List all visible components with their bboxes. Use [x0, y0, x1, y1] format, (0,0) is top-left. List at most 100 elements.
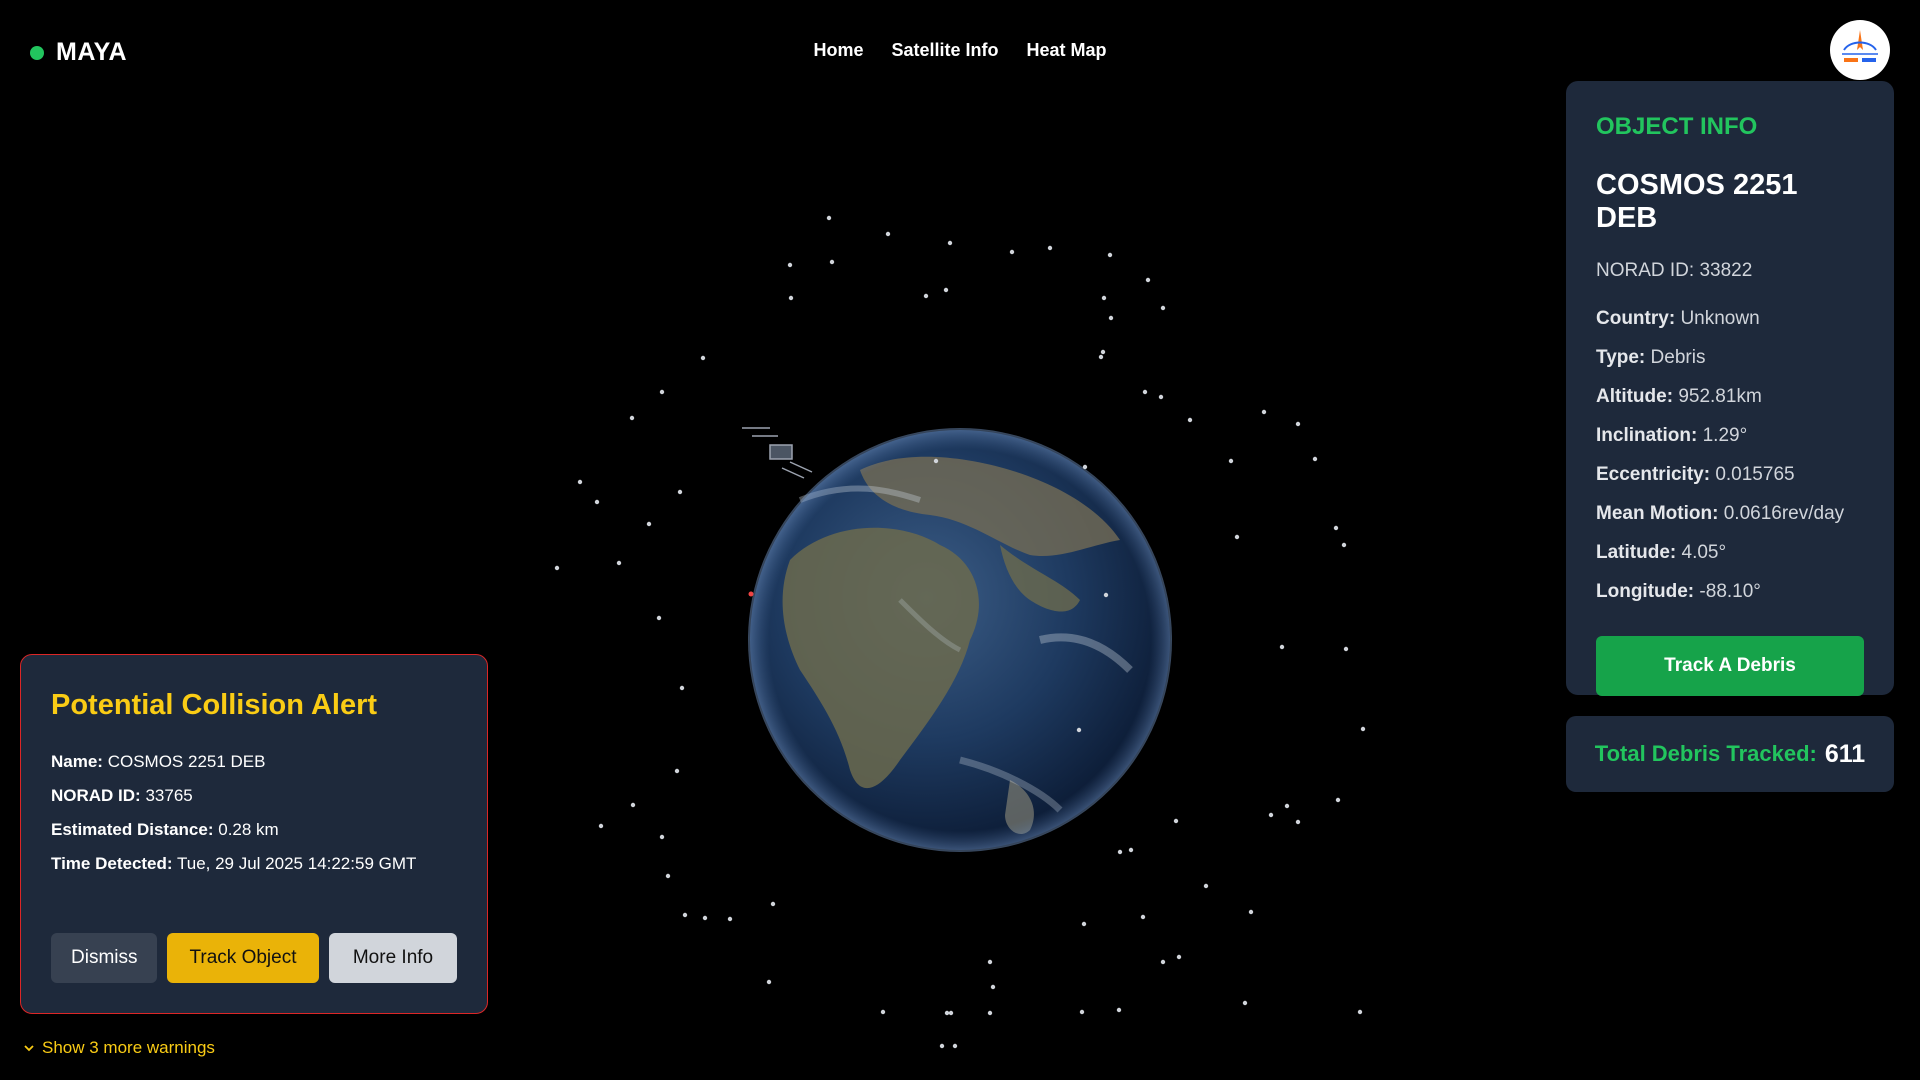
debris-point[interactable]: [1081, 921, 1087, 927]
debris-point[interactable]: [1248, 909, 1254, 915]
debris-point[interactable]: [700, 355, 706, 361]
debris-point[interactable]: [630, 802, 636, 808]
object-norad-id: NORAD ID: 33822: [1596, 260, 1753, 281]
debris-point[interactable]: [948, 1010, 954, 1016]
debris-point[interactable]: [826, 215, 832, 221]
debris-point[interactable]: [1295, 421, 1301, 427]
debris-point[interactable]: [1333, 525, 1339, 531]
debris-point[interactable]: [1107, 252, 1113, 258]
debris-point[interactable]: [1295, 819, 1301, 825]
debris-point[interactable]: [944, 1010, 950, 1016]
debris-point[interactable]: [646, 521, 652, 527]
debris-point[interactable]: [1101, 295, 1107, 301]
debris-point[interactable]: [598, 823, 604, 829]
more-info-button[interactable]: More Info: [329, 933, 457, 983]
debris-point[interactable]: [952, 1043, 958, 1049]
debris-point[interactable]: [1187, 417, 1193, 423]
debris-point[interactable]: [829, 259, 835, 265]
dismiss-button[interactable]: Dismiss: [51, 933, 157, 983]
satellite-model[interactable]: [742, 427, 813, 479]
info-row-altitude: Altitude: 952.81km: [1596, 386, 1762, 407]
debris-point[interactable]: [577, 479, 583, 485]
debris-point[interactable]: [554, 565, 560, 571]
debris-point[interactable]: [1160, 959, 1166, 965]
debris-point[interactable]: [1234, 534, 1240, 540]
debris-point[interactable]: [665, 873, 671, 879]
debris-point[interactable]: [1335, 797, 1341, 803]
debris-point[interactable]: [1116, 1007, 1122, 1013]
debris-point[interactable]: [674, 768, 680, 774]
total-debris-label: Total Debris Tracked:: [1594, 741, 1817, 766]
debris-point[interactable]: [990, 984, 996, 990]
debris-point[interactable]: [1312, 456, 1318, 462]
debris-point[interactable]: [682, 912, 688, 918]
debris-point[interactable]: [1173, 818, 1179, 824]
debris-point[interactable]: [939, 1043, 945, 1049]
earth-globe[interactable]: [748, 428, 1172, 852]
debris-point[interactable]: [1142, 389, 1148, 395]
debris-point[interactable]: [787, 262, 793, 268]
debris-point[interactable]: [1103, 592, 1109, 598]
debris-point[interactable]: [1079, 1009, 1085, 1015]
debris-point[interactable]: [702, 915, 708, 921]
debris-point[interactable]: [766, 979, 772, 985]
debris-point[interactable]: [1100, 349, 1106, 355]
debris-point[interactable]: [727, 916, 733, 922]
debris-point[interactable]: [1117, 849, 1123, 855]
selected-debris-marker[interactable]: [748, 591, 754, 597]
debris-point[interactable]: [1047, 245, 1053, 251]
debris-point[interactable]: [1108, 315, 1114, 321]
debris-point[interactable]: [1098, 354, 1104, 360]
nav-home[interactable]: Home: [813, 40, 863, 61]
debris-point[interactable]: [1284, 803, 1290, 809]
debris-point[interactable]: [1357, 1009, 1363, 1015]
debris-point[interactable]: [880, 1009, 886, 1015]
debris-point[interactable]: [616, 560, 622, 566]
debris-point[interactable]: [1268, 812, 1274, 818]
debris-point[interactable]: [1242, 1000, 1248, 1006]
track-debris-button[interactable]: Track A Debris: [1596, 636, 1864, 696]
debris-point[interactable]: [1279, 644, 1285, 650]
show-more-warnings-link[interactable]: Show 3 more warnings: [22, 1038, 215, 1058]
debris-point[interactable]: [1203, 883, 1209, 889]
debris-point[interactable]: [594, 499, 600, 505]
debris-point[interactable]: [1176, 954, 1182, 960]
nav-heat-map[interactable]: Heat Map: [1027, 40, 1107, 61]
track-object-button[interactable]: Track Object: [167, 933, 319, 983]
total-debris-panel: Total Debris Tracked: 611: [1566, 716, 1894, 792]
debris-point[interactable]: [1082, 464, 1088, 470]
debris-point[interactable]: [933, 458, 939, 464]
show-more-label: Show 3 more warnings: [42, 1038, 215, 1057]
debris-point[interactable]: [679, 685, 685, 691]
debris-point[interactable]: [1009, 249, 1015, 255]
debris-point[interactable]: [1228, 458, 1234, 464]
debris-point[interactable]: [1160, 305, 1166, 311]
debris-point[interactable]: [885, 231, 891, 237]
collision-alert-panel: Potential Collision Alert Name: COSMOS 2…: [20, 654, 488, 1014]
debris-point[interactable]: [987, 959, 993, 965]
debris-point[interactable]: [1128, 847, 1134, 853]
debris-point[interactable]: [1076, 727, 1082, 733]
debris-point[interactable]: [1360, 726, 1366, 732]
nav-satellite-info[interactable]: Satellite Info: [891, 40, 998, 61]
debris-point[interactable]: [947, 240, 953, 246]
debris-point[interactable]: [943, 287, 949, 293]
debris-point[interactable]: [788, 295, 794, 301]
debris-point[interactable]: [923, 293, 929, 299]
debris-point[interactable]: [1145, 277, 1151, 283]
debris-point[interactable]: [1158, 394, 1164, 400]
debris-point[interactable]: [656, 615, 662, 621]
debris-point[interactable]: [659, 389, 665, 395]
isro-logo-icon[interactable]: [1830, 20, 1890, 80]
debris-point[interactable]: [770, 901, 776, 907]
info-row-longitude: Longitude: -88.10°: [1596, 581, 1761, 602]
debris-point[interactable]: [1343, 646, 1349, 652]
debris-point[interactable]: [629, 415, 635, 421]
debris-point[interactable]: [1140, 914, 1146, 920]
alert-row-distance: Estimated Distance: 0.28 km: [51, 820, 279, 839]
debris-point[interactable]: [659, 834, 665, 840]
debris-point[interactable]: [987, 1010, 993, 1016]
debris-point[interactable]: [1261, 409, 1267, 415]
debris-point[interactable]: [677, 489, 683, 495]
debris-point[interactable]: [1341, 542, 1347, 548]
